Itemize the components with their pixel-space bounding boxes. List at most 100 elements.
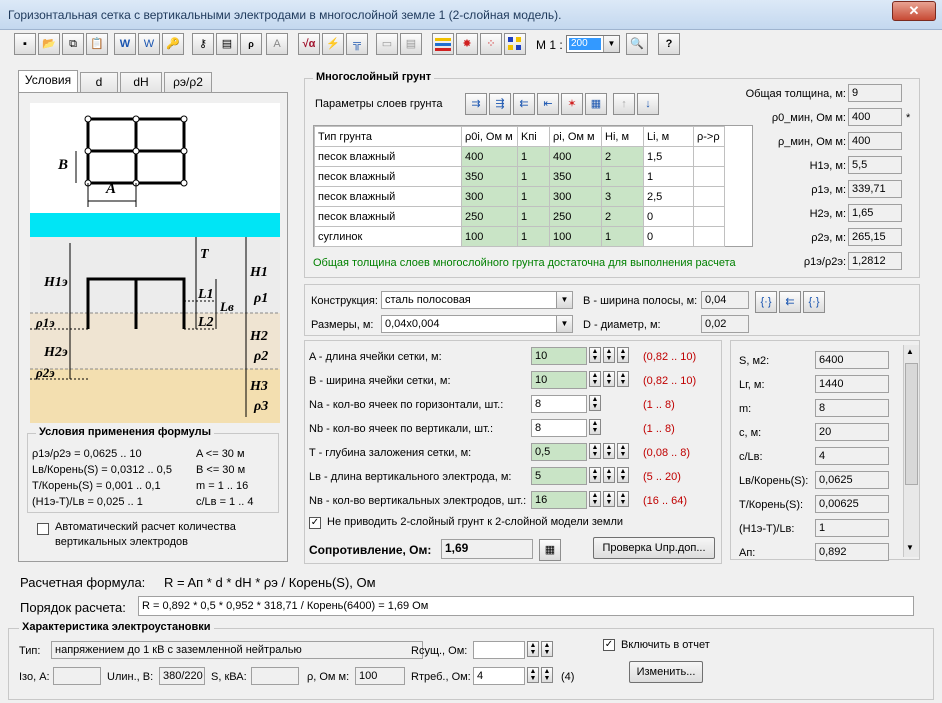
scroll-up-icon[interactable]: ▲ (906, 347, 914, 356)
param-input[interactable]: 0,5 (531, 443, 587, 461)
help-icon[interactable]: ? (658, 33, 680, 55)
table-cell[interactable]: 100 (461, 226, 518, 247)
table-cell[interactable]: 1 (643, 166, 694, 187)
size-select[interactable]: 0,04x0,004 ▼ (381, 315, 573, 333)
table-cell[interactable]: 1 (517, 146, 550, 167)
scroll-down-icon[interactable]: ▼ (906, 543, 914, 552)
save-icon[interactable]: ▪ (14, 33, 36, 55)
document-icon[interactable]: ▤ (216, 33, 238, 55)
dots-red-icon[interactable]: ⁘ (480, 33, 502, 55)
rsush-spinner[interactable]: ▲ ▼ (527, 641, 539, 657)
table-cell[interactable] (693, 166, 725, 187)
table-cell[interactable]: 1,5 (643, 146, 694, 167)
tab-rho-ratio[interactable]: ρэ/ρ2 (164, 72, 212, 92)
param-spinner[interactable]: ▲ ▼ (603, 467, 615, 483)
scroll-thumb[interactable] (905, 363, 918, 485)
no-reduce-checkbox[interactable]: ✓ (309, 517, 321, 529)
param-spinner[interactable]: ▲ ▼ (603, 347, 615, 363)
table-cell[interactable]: 350 (461, 166, 518, 187)
rtreb-spinner-2[interactable]: ▲ ▼ (541, 667, 553, 683)
table-cell[interactable]: 350 (549, 166, 602, 187)
insert-before-icon[interactable]: ⇇ (513, 93, 535, 115)
chevron-down-icon[interactable]: ▼ (556, 292, 572, 308)
param-spinner[interactable]: ▲ ▼ (617, 371, 629, 387)
rsush-spinner-2[interactable]: ▲ ▼ (541, 641, 553, 657)
table-cell[interactable] (693, 206, 725, 227)
table-row[interactable]: песок влажный 250 1 250 2 0 (314, 206, 725, 227)
paste-icon[interactable]: 📋 (86, 33, 108, 55)
param-spinner[interactable]: ▲ ▼ (617, 467, 629, 483)
table-cell[interactable]: 1 (601, 226, 644, 247)
table-cell[interactable]: 1 (517, 226, 550, 247)
grid-electrode-icon[interactable]: ╦ (346, 33, 368, 55)
param-input[interactable]: 8 (531, 395, 587, 413)
table-cell[interactable]: 2 (601, 206, 644, 227)
param-spinner[interactable]: ▲ ▼ (589, 371, 601, 387)
table-icon[interactable]: ▦ (585, 93, 607, 115)
table-cell[interactable]: 1 (601, 166, 644, 187)
param-spinner[interactable]: ▲ ▼ (617, 347, 629, 363)
table-row[interactable]: суглинок 100 1 100 1 0 (314, 226, 725, 247)
include-report-checkbox[interactable]: ✓ (603, 639, 615, 651)
table-cell[interactable]: 300 (549, 186, 602, 207)
table-cell[interactable]: песок влажный (314, 146, 462, 167)
word-icon[interactable]: W (114, 33, 136, 55)
table-cell[interactable]: 100 (549, 226, 602, 247)
table-cell[interactable]: 1 (517, 186, 550, 207)
edit-button[interactable]: Изменить... (629, 661, 703, 683)
param-spinner[interactable]: ▲ ▼ (603, 371, 615, 387)
table-cell[interactable]: песок влажный (314, 206, 462, 227)
clear-icon[interactable]: ✶ (561, 93, 583, 115)
param-spinner[interactable]: ▲ ▼ (589, 395, 601, 411)
table-cell[interactable] (693, 146, 725, 167)
rho-p-icon[interactable]: ρ (240, 33, 262, 55)
results-scrollbar[interactable]: ▲ ▼ (903, 345, 919, 557)
param-spinner[interactable]: ▲ ▼ (589, 419, 601, 435)
param-spinner[interactable]: ▲ ▼ (589, 491, 601, 507)
close-button[interactable]: ✕ (892, 1, 936, 21)
param-spinner[interactable]: ▲ ▼ (589, 467, 601, 483)
param-spinner[interactable]: ▲ ▼ (617, 491, 629, 507)
add-row-icon[interactable]: ⇶ (489, 93, 511, 115)
keys-icon[interactable]: ⚷ (192, 33, 214, 55)
param-spinner[interactable]: ▲ ▼ (589, 443, 601, 459)
copy-icon[interactable]: ⧉ (62, 33, 84, 55)
table-cell[interactable]: 3 (601, 186, 644, 207)
param-input[interactable]: 8 (531, 419, 587, 437)
lightning-icon[interactable]: ⚡ (322, 33, 344, 55)
word-report-icon[interactable]: W (138, 33, 160, 55)
open-icon[interactable]: 📂 (38, 33, 60, 55)
electrode-settings-icon[interactable]: {·} (803, 291, 825, 313)
param-input[interactable]: 5 (531, 467, 587, 485)
table-cell[interactable]: 0 (643, 206, 694, 227)
chevron-down-icon[interactable]: ▼ (556, 316, 572, 332)
tab-dh[interactable]: dH (120, 72, 162, 92)
tab-conditions[interactable]: Условия (18, 70, 78, 92)
table-cell[interactable]: 300 (461, 186, 518, 207)
preview-icon[interactable]: 🔍 (626, 33, 648, 55)
brace-electrode-icon[interactable]: {·} (755, 291, 777, 313)
table-cell[interactable]: 250 (549, 206, 602, 227)
param-input[interactable]: 10 (531, 347, 587, 365)
tab-d[interactable]: d (80, 72, 118, 92)
key-icon[interactable]: 🔑 (162, 33, 184, 55)
table-cell[interactable]: 400 (549, 146, 602, 167)
calculator-icon[interactable]: ▦ (539, 539, 561, 561)
dots-color-icon[interactable] (504, 33, 526, 55)
burst-icon[interactable]: ✸ (456, 33, 478, 55)
rtreb-field[interactable]: 4 (473, 667, 525, 685)
table-cell[interactable]: 0 (643, 226, 694, 247)
sqrt-icon[interactable]: √α (298, 33, 320, 55)
rsush-field[interactable] (473, 641, 525, 659)
table-row[interactable]: песок влажный 400 1 400 2 1,5 (314, 146, 725, 167)
table-cell[interactable] (693, 226, 725, 247)
add-electrode-icon[interactable]: ⇇ (779, 291, 801, 313)
delete-row-icon[interactable]: ⇤ (537, 93, 559, 115)
color-bars-icon[interactable] (432, 33, 454, 55)
table-cell[interactable]: 1 (517, 166, 550, 187)
check-voltage-button[interactable]: Проверка Uпр.доп... (593, 537, 715, 559)
param-input[interactable]: 10 (531, 371, 587, 389)
auto-calc-checkbox[interactable] (37, 523, 49, 535)
chevron-down-icon[interactable]: ▼ (603, 36, 619, 52)
table-row[interactable]: песок влажный 300 1 300 3 2,5 (314, 186, 725, 207)
